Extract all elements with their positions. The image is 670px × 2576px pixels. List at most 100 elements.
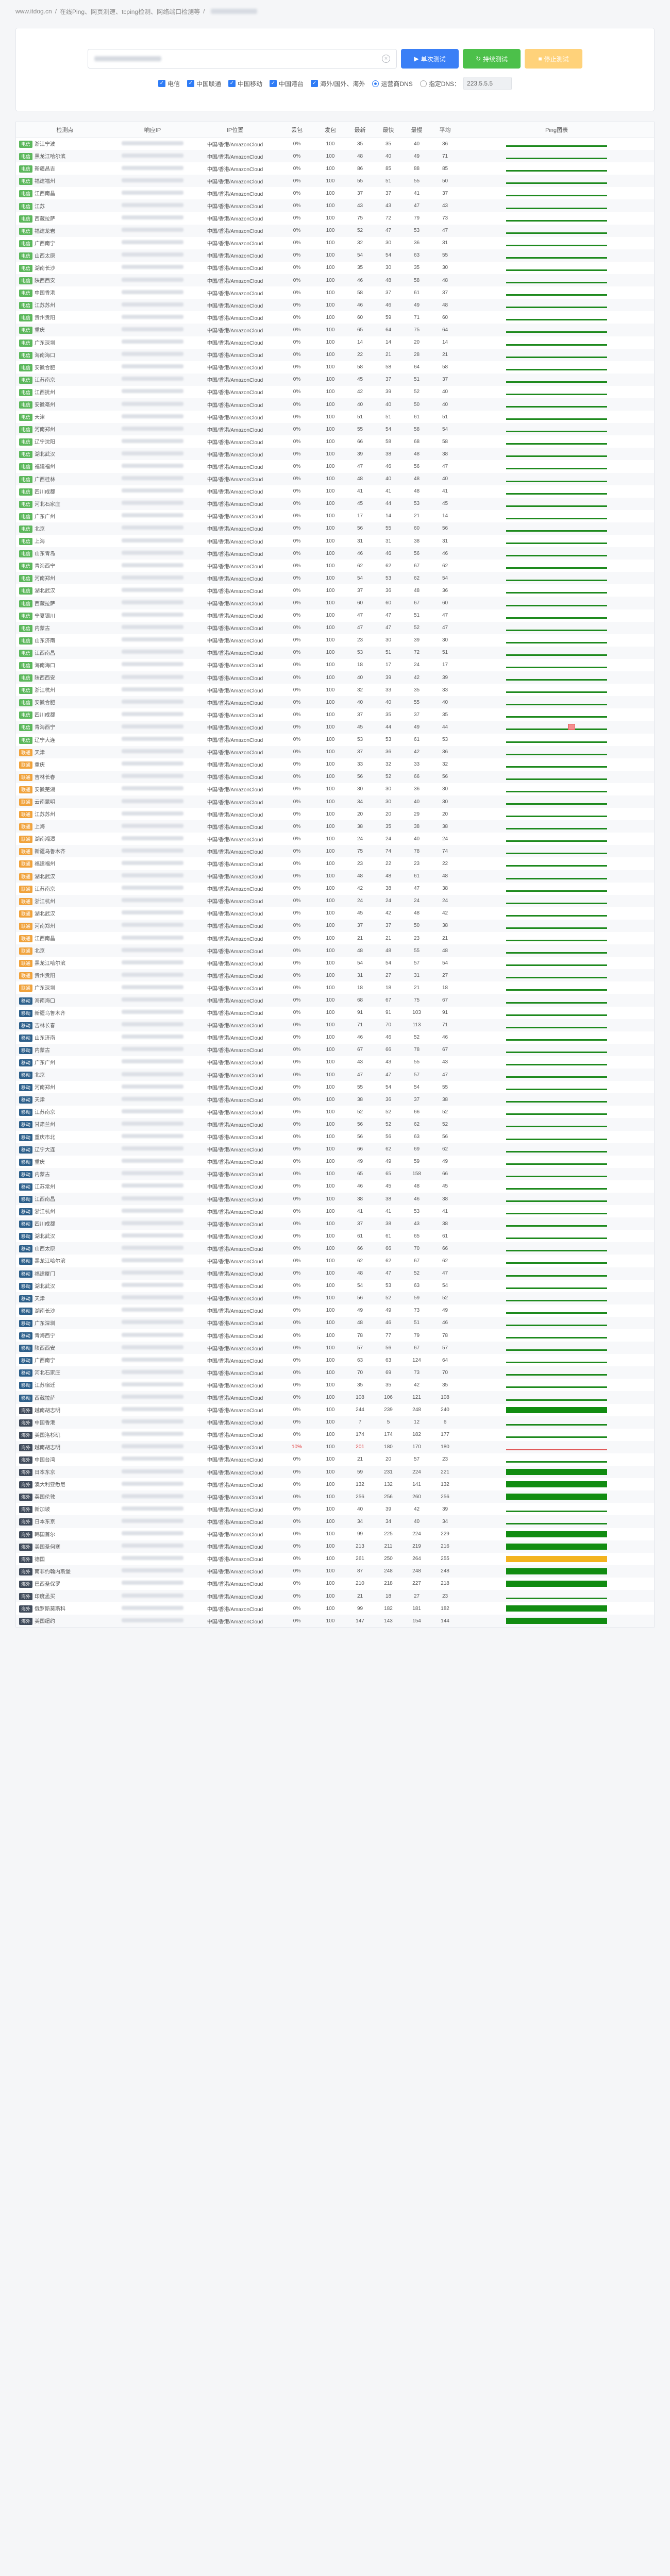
loss-cell: 0% [293,947,301,954]
ping-chart-cell [459,758,654,771]
dns-input[interactable]: 223.5.5.5 [463,77,512,90]
option-mobile[interactable]: ✓ 中国移动 [228,79,262,88]
ping-chart-cell [459,734,654,746]
ip-value [122,960,183,964]
fastest-cell: 66 [385,1245,392,1251]
stop-test-button[interactable]: ■ 停止测试 [525,49,582,69]
ip-location: 中国/香港/AmazonCloud [207,1184,263,1191]
slowest-cell: 49 [413,153,420,159]
node-location: 广东深圳 [35,340,55,346]
ping-chart-cell [459,1007,654,1019]
ip-value [122,662,183,667]
ip-value [122,1134,183,1139]
isp-badge: 海外 [19,1481,32,1489]
table-row: 海外 俄罗斯莫斯科 中国/香港/AmazonCloud 0% 100 99 182 181 18… [16,1602,654,1615]
option-dns-local[interactable]: 运营商DNS [372,79,413,88]
sent-cell: 100 [326,165,335,172]
isp-badge: 联通 [19,910,32,918]
option-telecom[interactable]: ✓ 电信 [158,79,180,88]
sent-cell: 100 [326,711,335,718]
host-input[interactable]: × [88,49,397,69]
ip-location: 中国/香港/AmazonCloud [207,1433,263,1439]
option-unicom[interactable]: ✓ 中国联通 [187,79,221,88]
sent-cell: 100 [326,1444,335,1450]
ping-chart-cell [459,1528,654,1540]
table-row: 移动 天津 中国/香港/AmazonCloud 0% 100 56 52 59 52 [16,1292,654,1304]
clear-icon[interactable]: × [382,55,390,63]
node-cell: 联通 湖南湘潭 [16,833,114,845]
ip-value [122,501,183,505]
fastest-cell: 54 [385,960,392,966]
ping-line [506,1225,607,1227]
node-location: 湖南长沙 [35,1308,55,1314]
ip-value [122,1096,183,1101]
breadcrumb-site[interactable]: www.itdog.cn [15,8,52,15]
loss-cell: 0% [293,650,301,656]
continuous-test-label: 持续测试 [483,55,508,63]
ping-sparkline [506,724,607,731]
table-row: 联通 江苏南京 中国/香港/AmazonCloud 0% 100 42 38 47 38 [16,883,654,895]
checkbox-checked-icon[interactable]: ✓ [158,80,165,87]
response-ip [114,1131,191,1143]
ip-value [122,711,183,716]
ip-value [122,538,183,543]
ping-line [506,778,607,780]
node-location: 西藏拉萨 [35,601,55,607]
slowest-cell: 40 [413,799,420,805]
sent-cell: 100 [326,1531,335,1537]
slowest-cell: 42 [413,674,420,681]
ping-sparkline [506,848,607,855]
option-dns-custom[interactable]: 指定DNS： [420,79,460,88]
checkbox-checked-icon[interactable]: ✓ [311,80,319,87]
ip-value [122,1556,183,1561]
ping-chart-cell [459,820,654,833]
ip-location: 中国/香港/AmazonCloud [207,241,263,247]
ping-chart-cell [459,1143,654,1156]
checkbox-checked-icon[interactable]: ✓ [187,80,194,87]
single-test-button[interactable]: ▶ 单次测试 [401,49,459,69]
slowest-cell: 48 [413,451,420,457]
node-location: 湖北武汉 [35,911,55,917]
fastest-cell: 64 [385,327,392,333]
node-location: 南非约翰内斯堡 [35,1569,71,1575]
slowest-cell: 65 [413,1233,420,1239]
slowest-cell: 73 [413,1369,420,1376]
average-cell: 41 [442,488,448,495]
ip-location: 中国/香港/AmazonCloud [207,1272,263,1278]
checkbox-checked-icon[interactable]: ✓ [228,80,236,87]
slowest-cell: 56 [413,463,420,469]
node-location: 浙江杭州 [35,1209,55,1215]
fastest-cell: 70 [385,1022,392,1028]
isp-badge: 移动 [19,1307,32,1315]
node-cell: 海外 美国纽约 [16,1615,114,1627]
slowest-cell: 55 [413,947,420,954]
sent-cell: 100 [326,923,335,929]
latest-cell: 56 [357,774,363,780]
node-cell: 联通 福建福州 [16,857,114,870]
node-cell: 电信 中国香港 [16,286,114,299]
ping-chart-cell [459,473,654,485]
ip-location: 中国/香港/AmazonCloud [207,1097,263,1104]
radio-selected-icon[interactable] [372,80,379,87]
isp-badge: 电信 [19,327,32,334]
slowest-cell: 56 [413,550,420,556]
fastest-cell: 225 [384,1531,393,1537]
node-cell: 电信 江西南昌 [16,187,114,199]
continuous-test-button[interactable]: ↻ 持续测试 [463,49,521,69]
checkbox-checked-icon[interactable]: ✓ [270,80,277,87]
isp-badge: 移动 [19,1382,32,1389]
node-location: 河北石家庄 [35,501,60,507]
average-cell: 36 [442,141,448,147]
table-row: 电信 内蒙古 中国/香港/AmazonCloud 0% 100 47 47 52 47 [16,621,654,634]
option-other[interactable]: ✓ 海外/国外、海外 [311,79,365,88]
node-cell: 电信 浙江宁波 [16,138,114,150]
isp-badge: 电信 [19,463,32,471]
ping-line [506,158,607,160]
response-ip [114,398,191,411]
isp-badge: 联通 [19,823,32,831]
radio-unselected-icon[interactable] [420,80,427,87]
node-location: 日本东京 [35,1519,55,1526]
ping-line [506,493,607,495]
option-overseas[interactable]: ✓ 中国港台 [270,79,304,88]
breadcrumb-page[interactable]: 在线Ping、网页测速、tcping检测、网络端口检测等 [60,7,200,16]
